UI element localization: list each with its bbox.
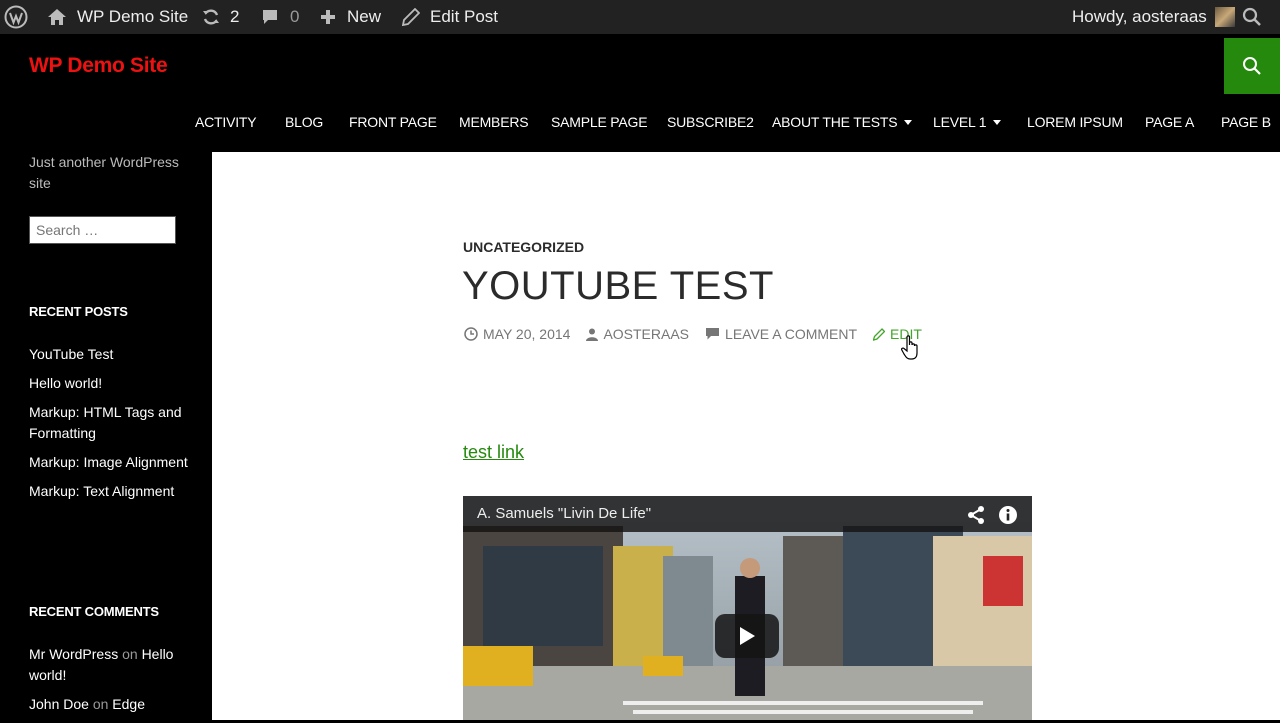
nav-item-subscribe2[interactable]: SUBSCRIBE2 (667, 114, 754, 130)
nav-item-page-a[interactable]: PAGE A (1145, 114, 1194, 130)
post-date: MAY 20, 2014 (483, 326, 571, 342)
nav-item-lorem-ipsum[interactable]: LOREM IPSUM (1027, 114, 1123, 130)
youtube-video-player[interactable]: A. Samuels "Livin De Life" (463, 496, 1032, 720)
updates-icon (203, 9, 219, 25)
post-author-link[interactable]: AOSTERAAS (586, 326, 689, 342)
nav-item-activity[interactable]: ACTIVITY (195, 114, 257, 130)
new-content-button[interactable]: New (320, 0, 381, 34)
user-icon (586, 328, 599, 341)
new-label: New (347, 7, 382, 26)
nav-item-front-page[interactable]: FRONT PAGE (349, 114, 437, 130)
site-header: WP Demo Site ACTIVITY BLOG FRONT PAGE ME… (0, 34, 1280, 152)
recent-posts-list: YouTube Test Hello world! Markup: HTML T… (29, 344, 189, 510)
post-date-link[interactable]: MAY 20, 2014 (464, 326, 570, 342)
list-item: Hello world! (29, 373, 189, 394)
comment-icon (263, 10, 277, 24)
entry-meta: MAY 20, 2014 AOSTERAAS LEAVE A COMMENT E… (464, 326, 938, 342)
play-icon (740, 627, 755, 645)
list-item: Markup: Image Alignment (29, 452, 189, 473)
admin-bar: WP Demo Site 2 0 New Edit Post Howdy, ao… (0, 0, 1280, 34)
hand-cursor-icon (901, 335, 918, 360)
list-item: Mr WordPress on Hello world! (29, 644, 189, 686)
recent-post-link[interactable]: Markup: HTML Tags and Formatting (29, 404, 182, 441)
chevron-down-icon (904, 119, 913, 125)
share-icon[interactable] (966, 505, 986, 525)
nav-item-members[interactable]: MEMBERS (459, 114, 529, 130)
video-title-bar: A. Samuels "Livin De Life" (463, 496, 1032, 532)
clock-icon (464, 327, 478, 341)
nav-item-page-b[interactable]: PAGE B (1221, 114, 1271, 130)
sidebar-search-input[interactable] (29, 216, 176, 244)
recent-posts-title: RECENT POSTS (29, 304, 128, 319)
updates-count: 2 (230, 7, 240, 26)
comment-on-label: on (122, 646, 138, 662)
comment-on-label: on (92, 696, 109, 712)
site-description: Just another WordPress site (29, 154, 179, 191)
nav-item-about-the-tests[interactable]: ABOUT THE TESTS (772, 114, 913, 130)
nav-item-level-1[interactable]: LEVEL 1 (933, 114, 1002, 130)
edit-post-label: Edit Post (430, 7, 499, 26)
comments-button[interactable]: 0 (261, 0, 299, 34)
updates-button[interactable]: 2 (201, 0, 239, 34)
chevron-down-icon (993, 119, 1002, 125)
wordpress-logo-button[interactable] (4, 0, 28, 34)
edit-post-button[interactable]: Edit Post (402, 0, 498, 34)
post-author: AOSTERAAS (603, 326, 690, 342)
howdy-label: Howdy, aosteraas (1072, 7, 1207, 26)
search-icon (1243, 57, 1261, 75)
comment-post-link[interactable]: Edge (112, 696, 145, 712)
plus-icon (321, 10, 335, 24)
nav-item-label: LEVEL 1 (933, 114, 987, 130)
list-item: YouTube Test (29, 344, 189, 365)
nav-item-label: ABOUT THE TESTS (772, 114, 898, 130)
category-link[interactable]: UNCATEGORIZED (463, 239, 584, 255)
comments-count: 0 (290, 7, 300, 26)
list-item: John Doe on Edge (29, 694, 189, 715)
test-link[interactable]: test link (463, 442, 524, 463)
list-item: Markup: HTML Tags and Formatting (29, 402, 189, 444)
search-toggle-button[interactable] (1224, 38, 1280, 94)
site-title-link[interactable]: WP Demo Site (29, 54, 168, 78)
avatar (1214, 7, 1235, 27)
sidebar: Just another WordPress site RECENT POSTS… (0, 152, 212, 720)
leave-comment-label: LEAVE A COMMENT (725, 326, 858, 342)
comment-author-link[interactable]: John Doe (29, 696, 89, 712)
video-title[interactable]: A. Samuels "Livin De Life" (477, 505, 651, 522)
site-name-menu[interactable]: WP Demo Site (47, 0, 188, 34)
site-name-label: WP Demo Site (77, 7, 189, 26)
comment-author-link[interactable]: Mr WordPress (29, 646, 118, 662)
recent-post-link[interactable]: Markup: Image Alignment (29, 454, 188, 470)
page-title: YOUTUBE TEST (462, 264, 774, 308)
recent-comments-list: Mr WordPress on Hello world! John Doe on… (29, 644, 189, 723)
my-account-menu[interactable]: Howdy, aosteraas (1072, 0, 1235, 34)
play-button[interactable] (715, 614, 779, 658)
recent-post-link[interactable]: Markup: Text Alignment (29, 483, 174, 499)
recent-comments-title: RECENT COMMENTS (29, 604, 159, 619)
recent-post-link[interactable]: YouTube Test (29, 346, 113, 362)
adminbar-search-button[interactable] (1242, 0, 1262, 34)
main-content: UNCATEGORIZED YOUTUBE TEST MAY 20, 2014 … (212, 152, 1280, 720)
nav-item-sample-page[interactable]: SAMPLE PAGE (551, 114, 648, 130)
nav-item-blog[interactable]: BLOG (285, 114, 323, 130)
comment-icon (706, 328, 720, 340)
recent-post-link[interactable]: Hello world! (29, 375, 102, 391)
wordpress-icon (4, 5, 28, 29)
info-icon[interactable] (998, 505, 1018, 525)
pencil-icon (402, 8, 420, 26)
list-item: Markup: Text Alignment (29, 481, 189, 502)
pencil-icon (873, 327, 886, 341)
home-icon (48, 9, 66, 25)
primary-navigation: ACTIVITY BLOG FRONT PAGE MEMBERS SAMPLE … (0, 106, 1280, 140)
search-icon (1242, 7, 1261, 26)
leave-comment-link[interactable]: LEAVE A COMMENT (705, 326, 857, 342)
